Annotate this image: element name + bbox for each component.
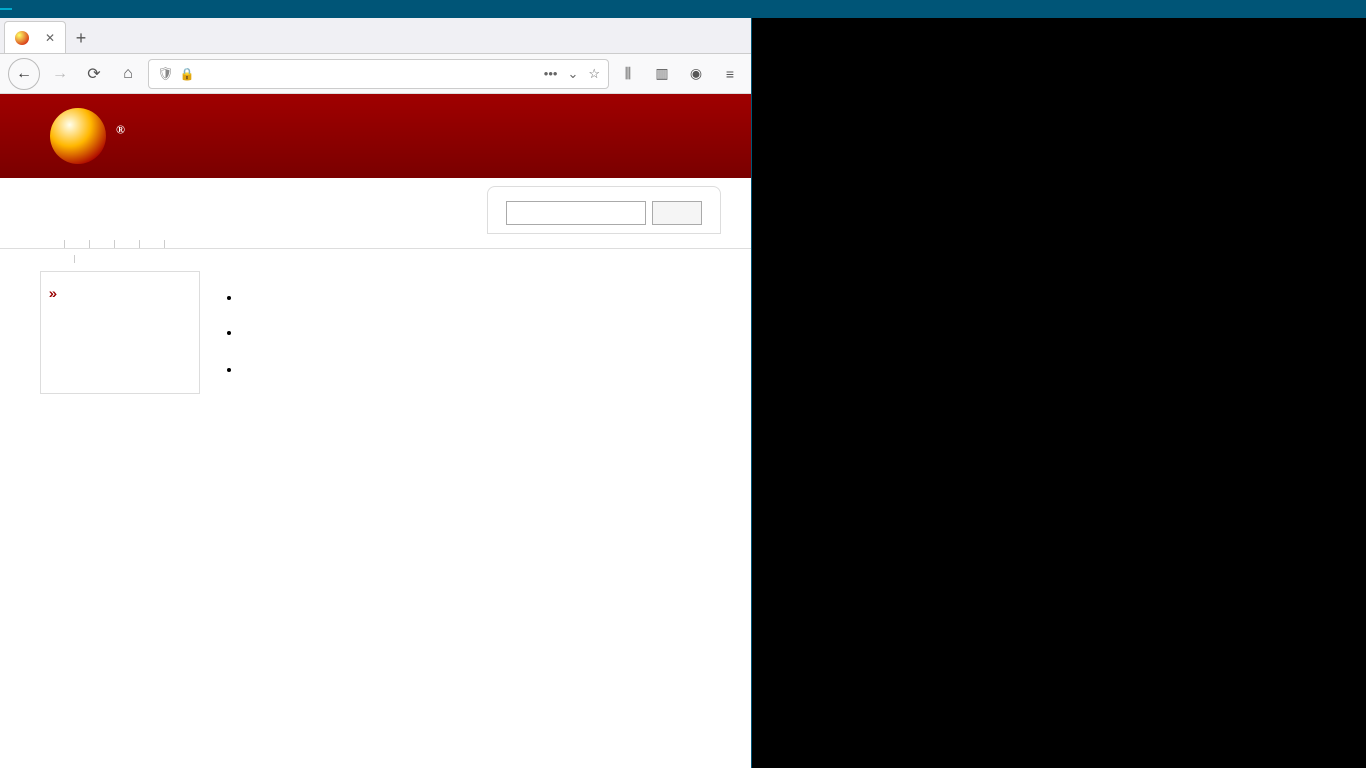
sidebar-icon[interactable]: ▥ xyxy=(649,61,675,87)
pocket-icon[interactable]: ⌄ xyxy=(567,66,578,82)
nav-docs[interactable] xyxy=(115,240,140,248)
account-icon[interactable]: ◉ xyxy=(683,61,709,87)
firefox-window: ✕ + ← → ⟳ ⌂ 🛡 🔒 ••• ⌄ ☆ ⫼ ▥ ◉ xyxy=(0,18,752,768)
freebsd-favicon-icon xyxy=(15,31,29,45)
new-tab-button[interactable]: + xyxy=(66,23,96,53)
lock-icon[interactable]: 🔒 xyxy=(180,67,195,81)
bookmark-star-icon[interactable]: ☆ xyxy=(588,66,600,82)
site-search-input[interactable] xyxy=(506,201,646,225)
tab-strip: ✕ + xyxy=(0,18,751,54)
nav-developers[interactable] xyxy=(165,240,189,248)
brand-name: ® xyxy=(116,117,126,155)
main-nav xyxy=(0,234,751,249)
nav-foundation[interactable] xyxy=(75,255,99,263)
page-content: ® xyxy=(0,94,751,768)
nav-community[interactable] xyxy=(140,240,165,248)
freebsd-logo-icon xyxy=(50,108,106,164)
reload-button[interactable]: ⟳ xyxy=(80,60,108,88)
page-actions-icon[interactable]: ••• xyxy=(544,66,558,82)
dwm-statusbar xyxy=(0,0,1366,18)
article-body xyxy=(214,271,721,394)
forward-button[interactable]: → xyxy=(46,60,74,88)
nav-get[interactable] xyxy=(90,240,115,248)
tab-active[interactable]: ✕ xyxy=(4,21,66,53)
site-search-submit[interactable] xyxy=(652,201,702,225)
url-bar[interactable]: 🛡 🔒 ••• ⌄ ☆ xyxy=(148,59,609,89)
library-icon[interactable]: ⫼ xyxy=(615,61,641,87)
donate-search-box xyxy=(487,186,721,234)
li-mailinglist xyxy=(242,359,721,380)
menu-hamburger-icon[interactable]: ≡ xyxy=(717,61,743,87)
shield-icon[interactable]: 🛡 xyxy=(157,66,174,82)
terminal-screenfetch[interactable] xyxy=(752,18,1366,398)
nav-home[interactable] xyxy=(40,240,65,248)
back-button[interactable]: ← xyxy=(8,58,40,90)
home-button[interactable]: ⌂ xyxy=(114,60,142,88)
sub-nav xyxy=(0,249,751,263)
nav-toolbar: ← → ⟳ ⌂ 🛡 🔒 ••• ⌄ ☆ ⫼ ▥ ◉ ≡ xyxy=(0,54,751,94)
site-banner: ® xyxy=(0,94,751,178)
tab-close-icon[interactable]: ✕ xyxy=(45,31,55,45)
nav-about[interactable] xyxy=(65,240,90,248)
dwm-tag-1[interactable] xyxy=(0,8,12,10)
doc-sidebar xyxy=(40,271,200,394)
nav-support[interactable] xyxy=(50,255,75,263)
